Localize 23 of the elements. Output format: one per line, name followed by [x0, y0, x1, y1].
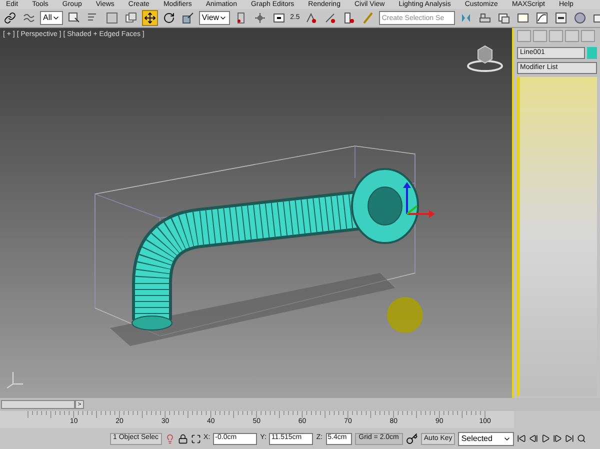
- curve-editor-icon[interactable]: [534, 10, 550, 26]
- material-editor-icon[interactable]: [572, 10, 588, 26]
- scale-icon[interactable]: [180, 10, 196, 26]
- play-icon[interactable]: [541, 434, 550, 443]
- link-icon[interactable]: [2, 10, 18, 26]
- previous-frame-icon[interactable]: [529, 434, 538, 443]
- zoom-icon[interactable]: [577, 434, 586, 443]
- move-icon[interactable]: [142, 10, 158, 26]
- selection-filter-dropdown[interactable]: All: [40, 11, 63, 25]
- go-to-start-icon[interactable]: [517, 434, 526, 443]
- key-filter-dropdown[interactable]: Selected: [458, 432, 514, 446]
- dropdown-caret-icon: [52, 14, 60, 22]
- axis-tripod-icon: [6, 372, 24, 388]
- next-frame-icon[interactable]: [553, 434, 562, 443]
- key-icon[interactable]: [406, 432, 418, 444]
- reference-coordinate-dropdown[interactable]: View: [198, 11, 230, 25]
- viewcube-icon[interactable]: [467, 45, 503, 72]
- dropdown-caret-icon: [219, 14, 228, 22]
- lock-icon[interactable]: [178, 434, 188, 444]
- object-color-swatch[interactable]: [587, 47, 597, 59]
- region-select-icon[interactable]: [104, 10, 120, 26]
- go-to-end-icon[interactable]: [565, 434, 574, 443]
- absolute-mode-icon[interactable]: [190, 434, 201, 444]
